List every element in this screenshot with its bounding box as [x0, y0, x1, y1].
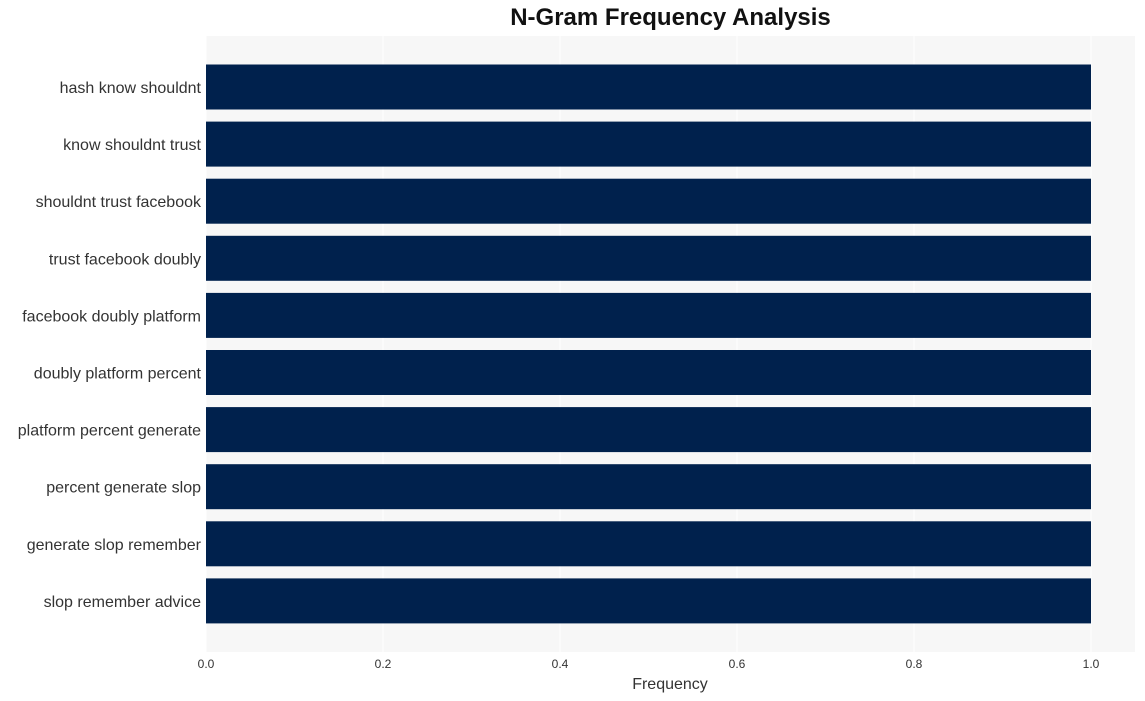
y-tick-label: trust facebook doubly — [49, 251, 201, 268]
y-tick-label: shouldnt trust facebook — [36, 194, 202, 211]
bar — [206, 407, 1091, 453]
y-tick-label: know shouldnt trust — [63, 137, 201, 154]
y-tick-labels: hash know shouldnt know shouldnt trust sho… — [18, 80, 202, 611]
y-tick-label: slop remember advice — [44, 594, 202, 611]
y-tick-label: generate slop remember — [27, 537, 202, 554]
bar — [206, 235, 1091, 281]
y-tick-label: doubly platform percent — [34, 366, 202, 383]
x-tick-label: 0.2 — [375, 657, 392, 671]
y-tick-label: percent generate slop — [46, 480, 201, 497]
bar — [206, 64, 1091, 110]
bar — [206, 178, 1091, 224]
x-tick-label: 0.0 — [198, 657, 215, 671]
y-tick-label: facebook doubly platform — [22, 308, 201, 325]
bar — [206, 121, 1091, 167]
bar-chart: hash know shouldnt know shouldnt trust sho… — [18, 36, 1135, 693]
bar — [206, 464, 1091, 510]
x-tick-label: 0.6 — [729, 657, 746, 671]
bar — [206, 292, 1091, 338]
x-tick-labels: 0.0 0.2 0.4 0.6 0.8 1.0 — [198, 657, 1100, 671]
x-tick-label: 0.8 — [906, 657, 923, 671]
x-tick-label: 0.4 — [552, 657, 569, 671]
bar — [206, 578, 1091, 624]
y-tick-label: hash know shouldnt — [60, 80, 202, 97]
x-tick-label: 1.0 — [1083, 657, 1100, 671]
x-axis-label: Frequency — [632, 676, 708, 693]
bar — [206, 521, 1091, 567]
bar — [206, 350, 1091, 395]
y-tick-label: platform percent generate — [18, 423, 201, 440]
